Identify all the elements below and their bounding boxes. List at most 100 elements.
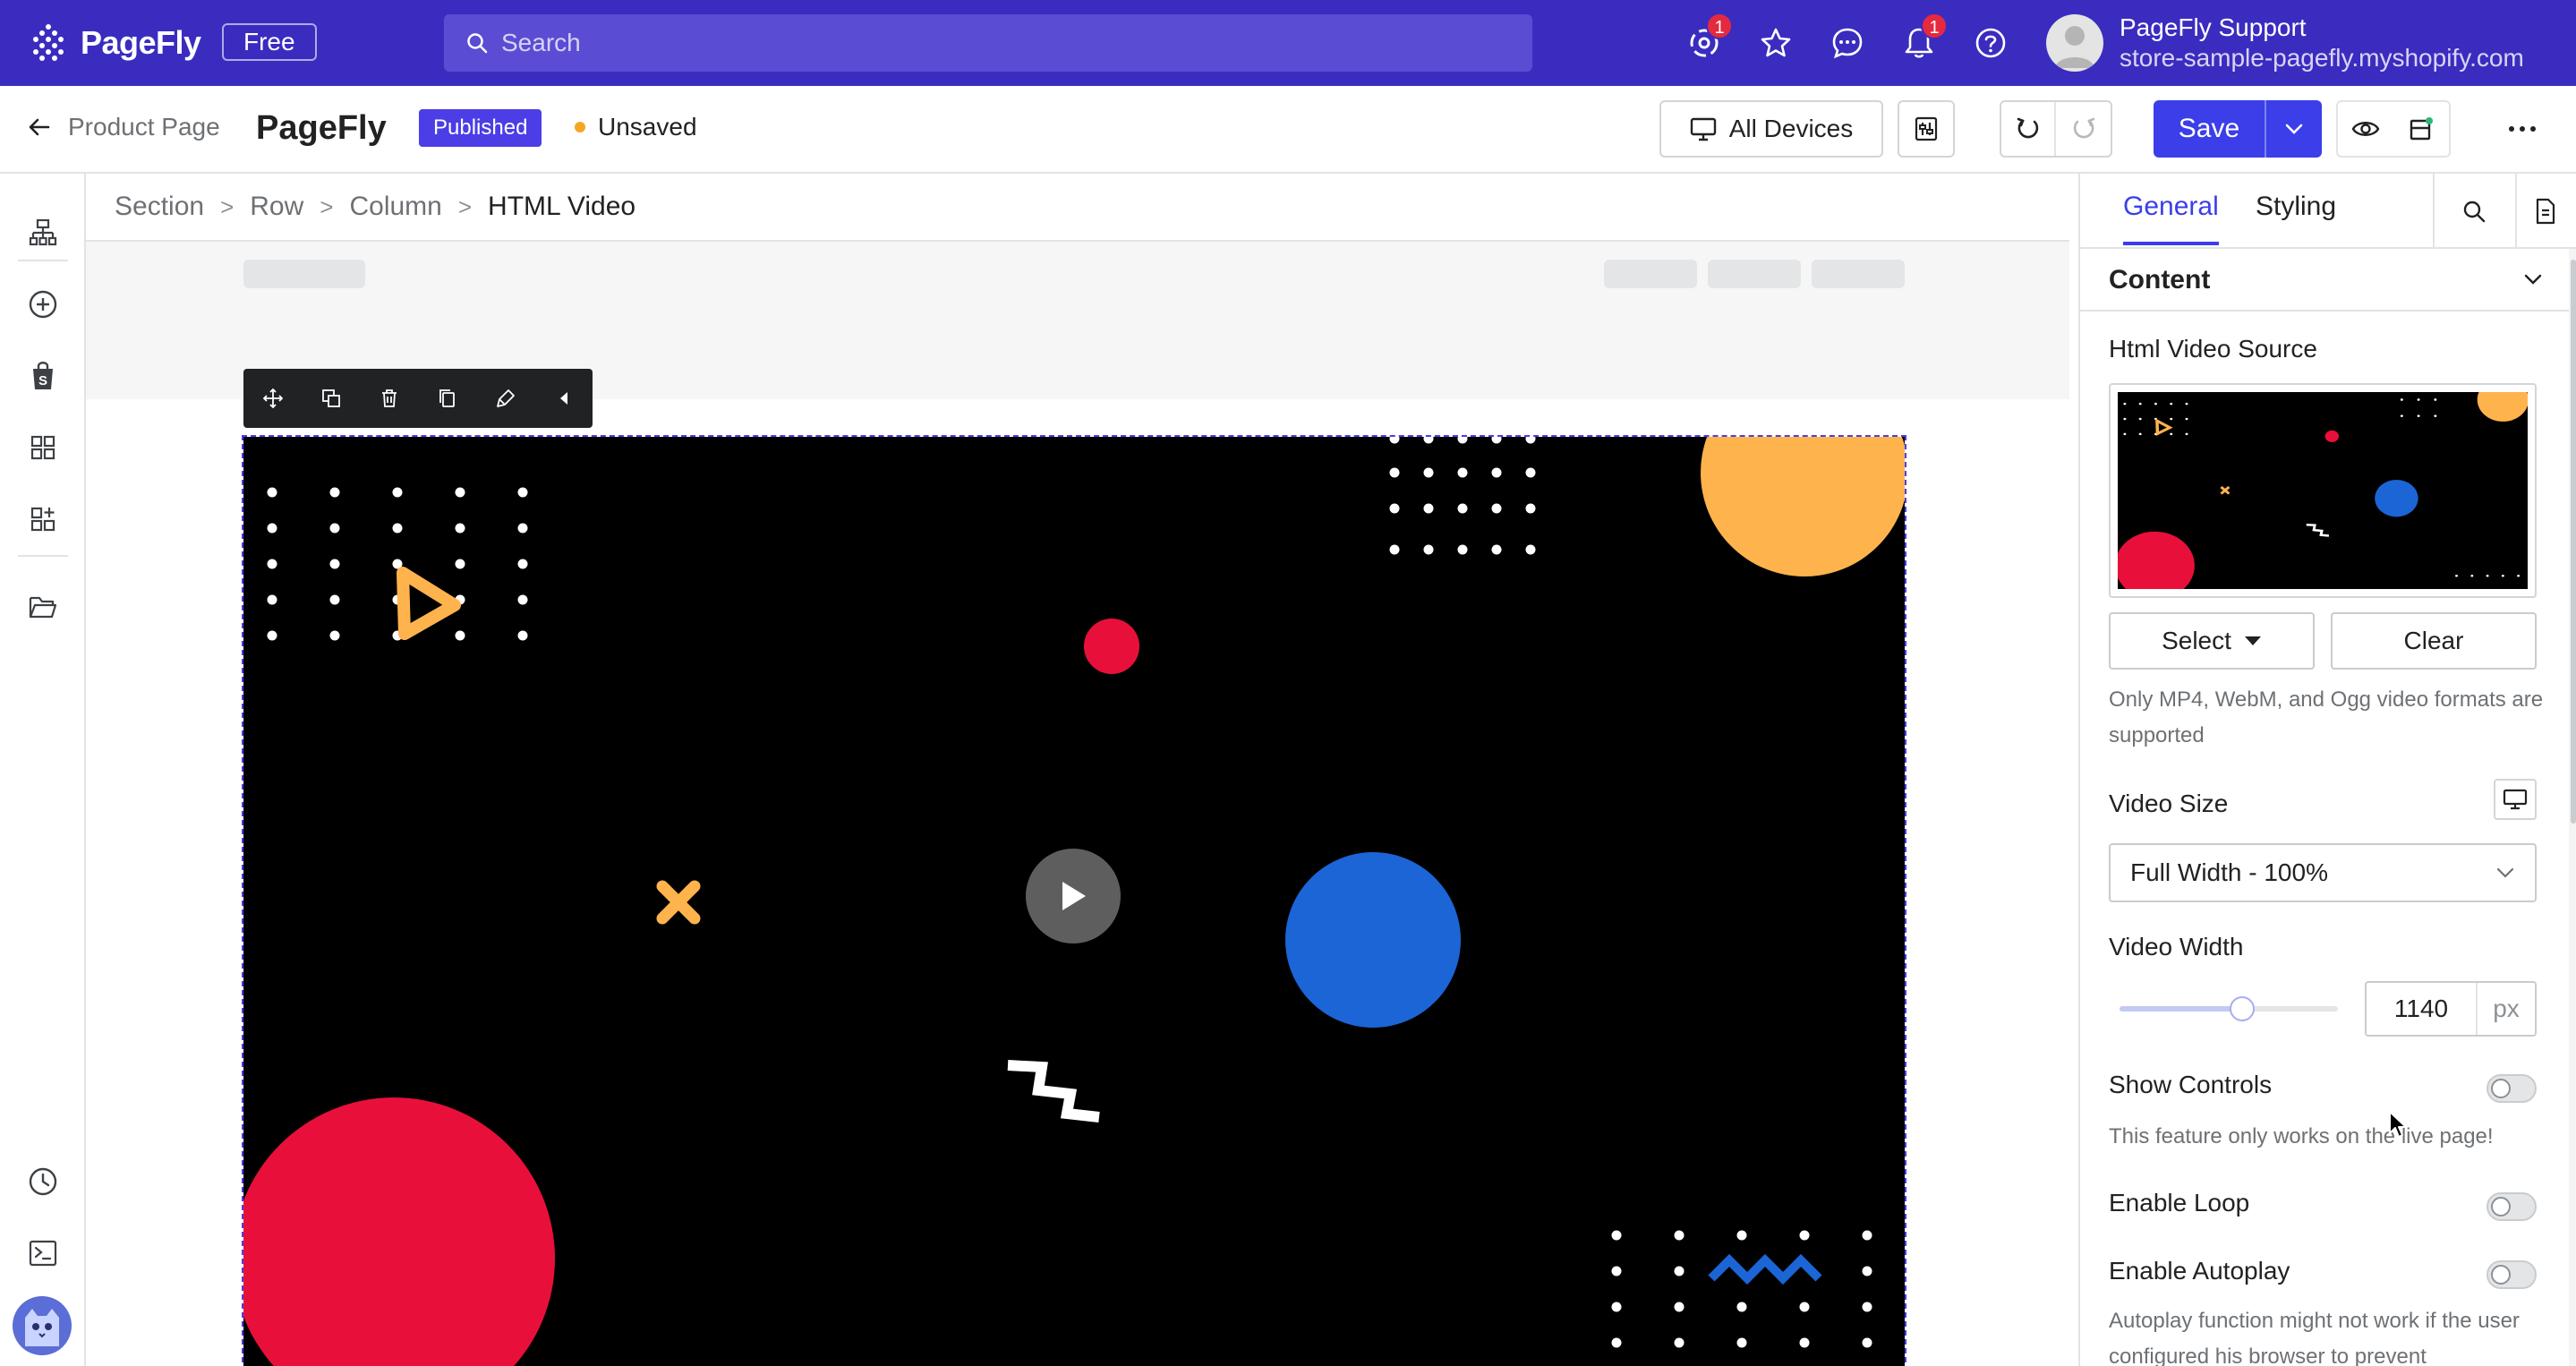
help-button[interactable] (1971, 23, 2010, 63)
enable-loop-toggle[interactable] (2486, 1192, 2537, 1221)
toggle-knob (2491, 1265, 2511, 1285)
enable-autoplay-label: Enable Autoplay (2109, 1257, 2290, 1285)
history-button[interactable] (25, 1164, 61, 1200)
plan-badge[interactable]: Free (222, 23, 317, 61)
back-link[interactable]: Product Page (27, 113, 220, 141)
more-button[interactable] (2494, 100, 2551, 158)
preview-button[interactable] (2338, 118, 2393, 140)
clock-icon (29, 1167, 57, 1196)
save-button-label[interactable]: Save (2154, 100, 2266, 158)
select-video-button[interactable]: Select (2109, 612, 2315, 670)
layers-button[interactable] (25, 215, 61, 251)
save-state-label: Unsaved (598, 113, 697, 141)
search-settings-button[interactable] (2454, 192, 2494, 231)
collapse-toolbar-button[interactable] (534, 369, 593, 428)
move-icon (262, 388, 283, 408)
select-video-label: Select (2162, 627, 2231, 654)
add-element-button[interactable] (25, 286, 61, 322)
tab-divider (2515, 174, 2517, 249)
folder-icon (29, 596, 57, 619)
back-label: Product Page (68, 113, 220, 141)
account-store: store-sample-pagefly.myshopify.com (2120, 44, 2524, 72)
show-controls-toggle[interactable] (2486, 1074, 2537, 1103)
orange-triangle (397, 567, 461, 640)
shopify-elements-button[interactable]: S (25, 358, 61, 394)
chat-button[interactable] (1828, 23, 1867, 63)
html-video-element[interactable] (242, 435, 1906, 1366)
content-section-header[interactable]: Content (2080, 249, 2569, 312)
breadcrumb-row[interactable]: Row (250, 192, 303, 222)
save-options-button[interactable] (2266, 100, 2322, 158)
account-menu[interactable]: PageFly Support store-sample-pagefly.mys… (2120, 13, 2524, 73)
video-width-label: Video Width (2109, 933, 2244, 960)
enable-autoplay-toggle[interactable] (2486, 1260, 2537, 1289)
apps-integration-button[interactable] (25, 501, 61, 537)
header-placeholder (243, 260, 365, 288)
apps-button[interactable]: 1 (1685, 13, 1733, 63)
breadcrumb-current[interactable]: HTML Video (488, 192, 635, 222)
favorites-button[interactable] (1756, 23, 1796, 63)
video-size-label: Video Size (2109, 790, 2229, 817)
save-button[interactable]: Save (2154, 100, 2322, 158)
mouse-cursor-icon (2389, 1111, 2407, 1138)
settings-button[interactable] (1898, 100, 1955, 158)
tab-styling[interactable]: Styling (2256, 192, 2336, 242)
video-size-select[interactable]: Full Width - 100% (2109, 843, 2537, 902)
save-state: Unsaved (575, 113, 697, 141)
page-manager-button[interactable] (25, 589, 61, 625)
chevron-down-icon (2285, 124, 2303, 134)
toggle-knob (2491, 1197, 2511, 1217)
search-box[interactable] (444, 14, 1532, 72)
breadcrumb-section[interactable]: Section (115, 192, 204, 222)
device-selector[interactable]: All Devices (1659, 100, 1883, 158)
video-width-slider-handle[interactable] (2230, 996, 2255, 1021)
panel-scrollbar[interactable] (2571, 260, 2576, 824)
cat-avatar-icon (25, 1309, 59, 1346)
nav-placeholder (1604, 260, 1697, 288)
notifications-button[interactable]: 1 (1899, 13, 1948, 63)
video-source-thumbnail[interactable] (2109, 383, 2537, 598)
undo-icon (2017, 117, 2038, 139)
move-button[interactable] (243, 369, 302, 428)
search-input[interactable] (501, 29, 1486, 57)
video-width-slider-fill (2120, 1006, 2242, 1012)
brand-logo[interactable]: PageFly (29, 21, 201, 64)
sidebar-divider (18, 260, 68, 261)
breadcrumb: Section > Row > Column > HTML Video (115, 192, 635, 222)
dot-grid-top-left (267, 487, 528, 641)
code-editor-button[interactable] (25, 1235, 61, 1271)
sliders-icon (1915, 116, 1938, 141)
style-button[interactable] (476, 369, 534, 428)
tab-divider (2433, 174, 2435, 249)
user-avatar[interactable] (13, 1296, 72, 1355)
tab-general[interactable]: General (2123, 192, 2219, 245)
delete-button[interactable] (360, 369, 418, 428)
account-avatar[interactable] (2046, 14, 2103, 72)
responsive-device-button[interactable] (2494, 779, 2537, 820)
video-width-value[interactable]: 1140 (2367, 983, 2478, 1035)
blue-wave (1708, 1253, 1822, 1285)
element-docs-button[interactable] (2526, 192, 2565, 231)
content-section-title: Content (2109, 265, 2211, 295)
monitor-icon (2503, 789, 2528, 810)
terminal-icon (29, 1240, 57, 1267)
notifications-badge: 1 (1921, 13, 1948, 39)
sections-button[interactable] (25, 430, 61, 465)
copy-button[interactable] (418, 369, 476, 428)
breadcrumb-column[interactable]: Column (349, 192, 441, 222)
video-source-label: Html Video Source (2109, 335, 2317, 363)
video-width-slider[interactable] (2120, 996, 2338, 1021)
account-name: PageFly Support (2120, 13, 2307, 41)
duplicate-button[interactable] (302, 369, 360, 428)
publish-button[interactable] (2393, 115, 2449, 142)
undo-button[interactable] (2001, 102, 2057, 156)
clear-video-button[interactable]: Clear (2331, 612, 2537, 670)
monitor-icon (1690, 117, 1716, 141)
enable-loop-label: Enable Loop (2109, 1189, 2250, 1217)
brush-icon (496, 389, 515, 407)
page-title[interactable]: PageFly (256, 109, 387, 148)
video-thumbnail-image (2118, 392, 2528, 589)
redo-button[interactable] (2056, 115, 2111, 142)
video-width-input[interactable]: 1140 px (2365, 981, 2537, 1037)
play-button[interactable] (1026, 849, 1121, 943)
